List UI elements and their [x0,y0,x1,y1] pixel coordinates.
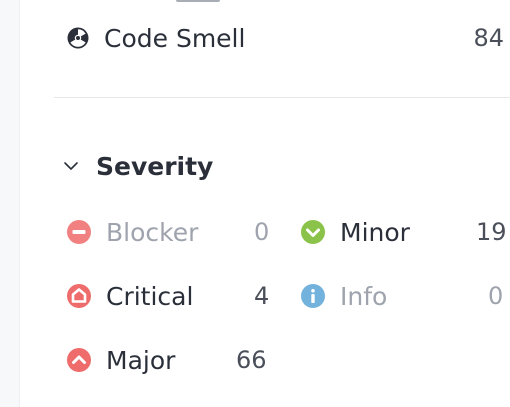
minor-icon [300,219,326,245]
severity-count: 0 [488,282,504,310]
info-icon [300,283,326,309]
divider [54,97,510,98]
severity-minor[interactable]: Minor 19 [300,212,510,252]
severity-critical[interactable]: Critical 4 [66,276,276,316]
severity-blocker[interactable]: Blocker 0 [66,212,276,252]
severity-label: Info [340,281,388,311]
code-smell-icon [66,26,90,50]
severity-label: Critical [106,281,194,311]
critical-icon [66,283,92,309]
left-rail [0,0,20,407]
severity-count: 19 [476,218,507,246]
facet-label: Code Smell [104,23,246,53]
severity-label: Blocker [106,217,199,247]
cut-off-text [176,0,236,4]
severity-info[interactable]: Info 0 [300,276,510,316]
severity-count: 66 [236,346,267,374]
severity-count: 4 [254,282,270,310]
severity-major[interactable]: Major 66 [66,340,276,380]
severity-label: Minor [340,217,410,247]
facet-code-smell[interactable]: Code Smell 84 [66,20,510,56]
severity-section-toggle[interactable]: Severity [60,146,213,186]
severity-count: 0 [254,218,270,246]
major-icon [66,347,92,373]
chevron-down-icon [60,155,82,177]
facet-count: 84 [473,24,504,52]
severity-label: Major [106,345,176,375]
severity-title: Severity [96,151,214,181]
blocker-icon [66,219,92,245]
